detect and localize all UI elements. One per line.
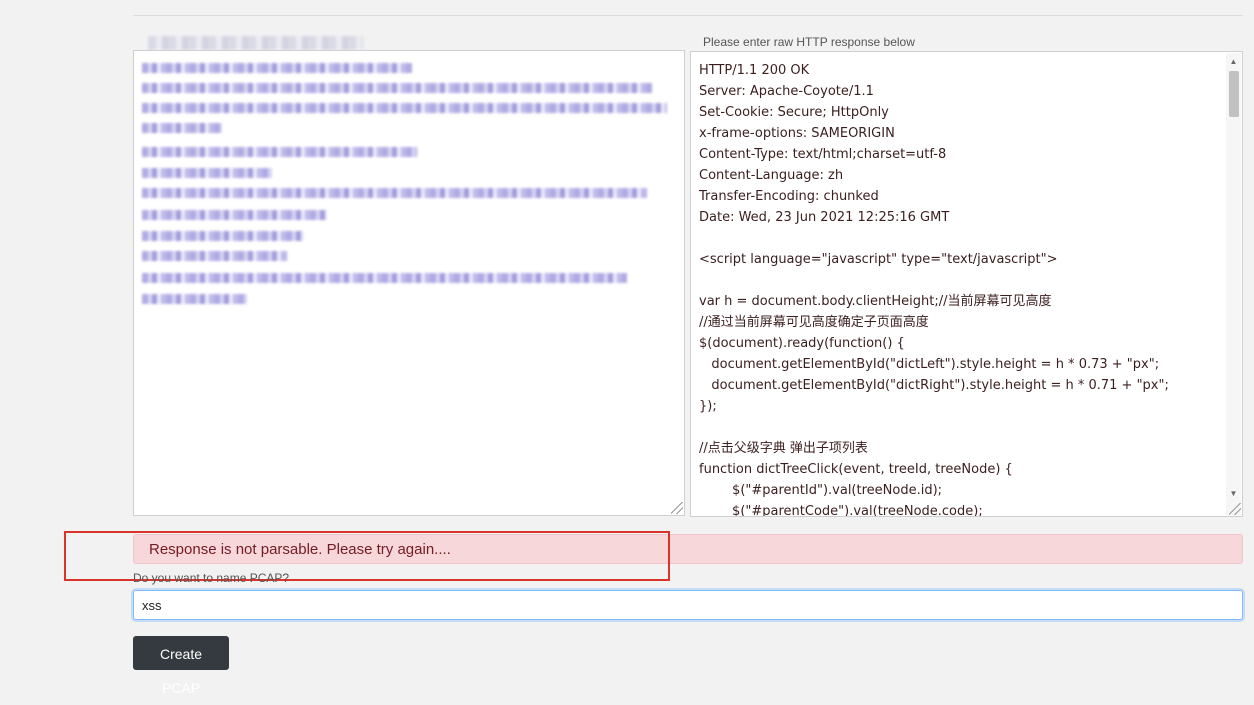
response-line: Server: Apache-Coyote/1.1 bbox=[699, 84, 874, 99]
response-line: function dictTreeClick(event, treeId, tr… bbox=[699, 462, 1013, 477]
redacted-line bbox=[142, 123, 222, 133]
redacted-line bbox=[142, 63, 412, 73]
redacted-line bbox=[142, 294, 247, 304]
pcap-name-input[interactable] bbox=[133, 590, 1243, 620]
request-label-redacted bbox=[148, 36, 363, 50]
response-line: document.getElementById("dictRight").sty… bbox=[699, 378, 1169, 393]
response-line: Content-Language: zh bbox=[699, 168, 844, 183]
scroll-thumb[interactable] bbox=[1229, 71, 1239, 117]
response-line: Set-Cookie: Secure; HttpOnly bbox=[699, 105, 889, 120]
response-label: Please enter raw HTTP response below bbox=[703, 35, 915, 49]
response-line bbox=[699, 228, 1222, 249]
redacted-line bbox=[142, 273, 627, 283]
response-line: $("#parentCode").val(treeNode.code); bbox=[699, 504, 983, 517]
response-line: <script language="javascript" type="text… bbox=[699, 252, 1058, 267]
response-line bbox=[699, 270, 1222, 291]
resize-grip-icon[interactable] bbox=[1229, 503, 1241, 515]
response-line: var h = document.body.clientHeight;//当前屏… bbox=[699, 294, 1052, 309]
redacted-line bbox=[142, 251, 287, 261]
response-line bbox=[699, 417, 1222, 438]
response-line: document.getElementById("dictLeft").styl… bbox=[699, 357, 1160, 372]
response-line: x-frame-options: SAMEORIGIN bbox=[699, 126, 895, 141]
scroll-up-arrow-icon[interactable]: ▲ bbox=[1226, 55, 1241, 69]
create-pcap-button[interactable]: Create PCAP bbox=[133, 636, 229, 696]
response-line: }); bbox=[699, 399, 717, 414]
redacted-line bbox=[142, 188, 647, 198]
redacted-line bbox=[142, 210, 327, 220]
response-textarea[interactable]: HTTP/1.1 200 OK Server: Apache-Coyote/1.1… bbox=[690, 51, 1243, 517]
pcap-name-label: Do you want to name PCAP? bbox=[133, 571, 290, 585]
redacted-line bbox=[142, 83, 652, 93]
response-line: Transfer-Encoding: chunked bbox=[699, 189, 879, 204]
scroll-down-arrow-icon[interactable]: ▼ bbox=[1226, 487, 1241, 501]
response-line: Content-Type: text/html;charset=utf-8 bbox=[699, 147, 947, 162]
response-line: HTTP/1.1 200 OK bbox=[699, 63, 810, 78]
redacted-line bbox=[142, 231, 304, 241]
response-line: Date: Wed, 23 Jun 2021 12:25:16 GMT bbox=[699, 210, 950, 225]
resize-grip-icon[interactable] bbox=[671, 502, 683, 514]
vertical-scrollbar[interactable]: ▲ ▼ bbox=[1226, 53, 1241, 515]
redacted-line bbox=[142, 168, 272, 178]
response-line: //点击父级字典 弹出子项列表 bbox=[699, 441, 868, 456]
response-line: //通过当前屏幕可见高度确定子页面高度 bbox=[699, 315, 929, 330]
response-line: $("#parentId").val(treeNode.id); bbox=[699, 483, 943, 498]
request-textarea[interactable] bbox=[133, 50, 685, 516]
response-text[interactable]: HTTP/1.1 200 OK Server: Apache-Coyote/1.1… bbox=[699, 60, 1222, 517]
redacted-line bbox=[142, 103, 667, 113]
response-line: $(document).ready(function() { bbox=[699, 336, 905, 351]
top-divider bbox=[133, 15, 1243, 16]
redacted-line bbox=[142, 147, 417, 157]
